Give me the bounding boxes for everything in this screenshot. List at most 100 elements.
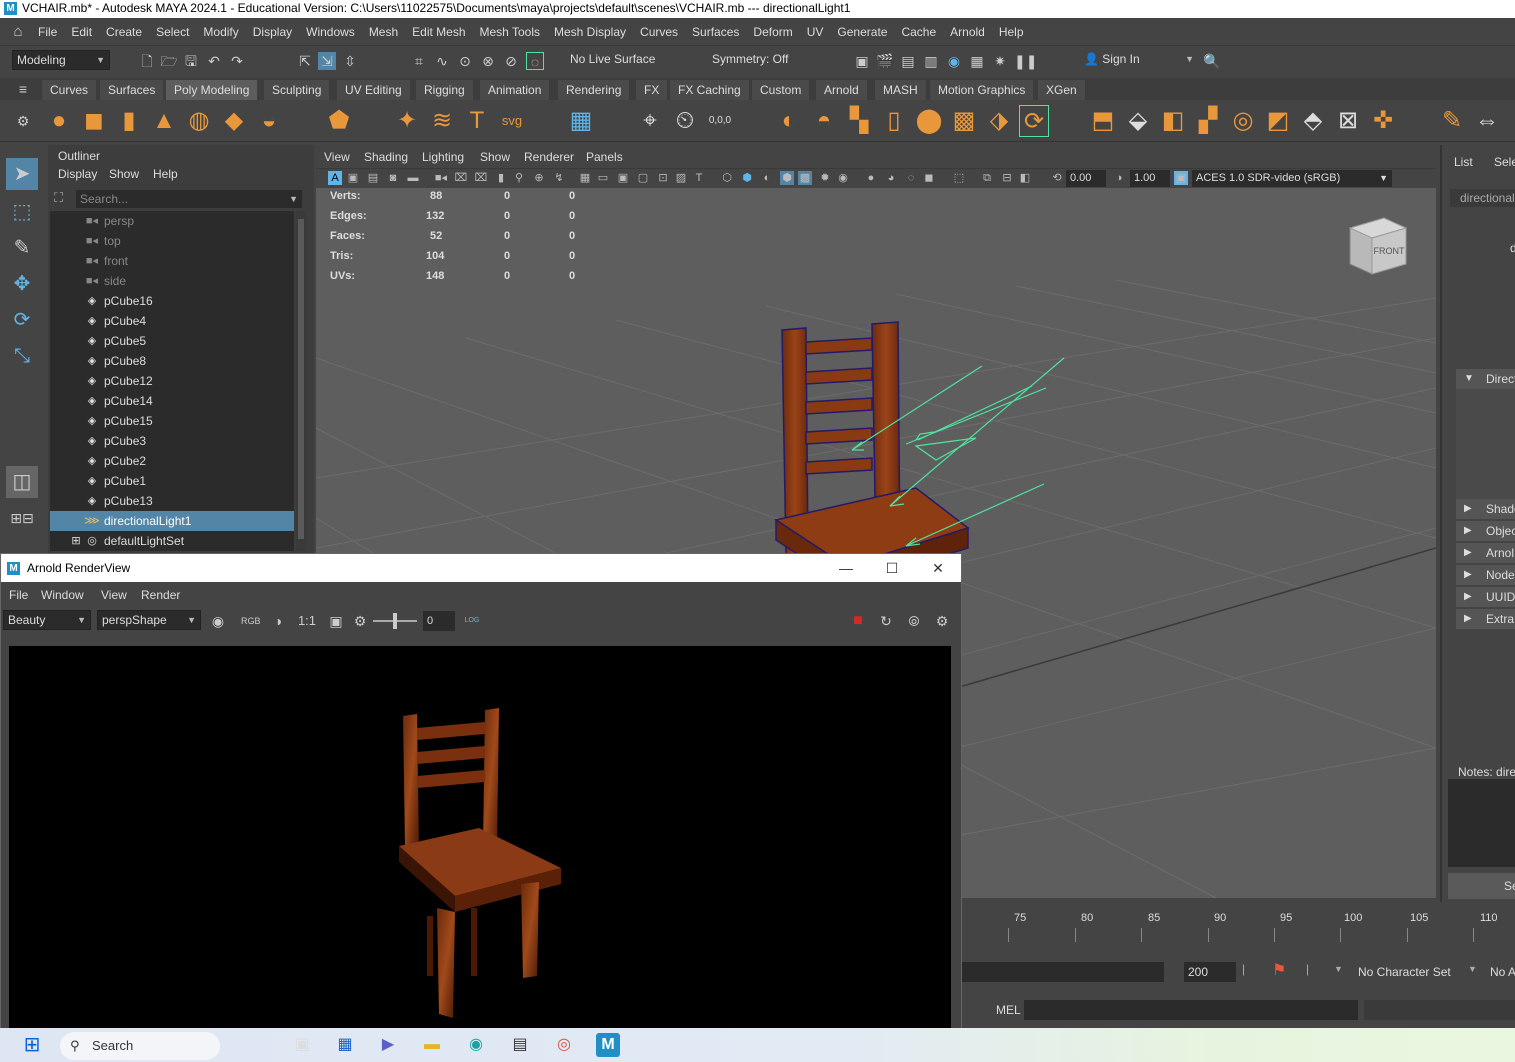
xray-icon[interactable]: ⧉ [980, 171, 994, 185]
shadows-icon[interactable]: ◉ [836, 171, 850, 185]
list-item[interactable]: ◈ pCube12 [50, 371, 294, 391]
poly-cube-icon[interactable]: ◼ [79, 105, 109, 137]
section-extra[interactable]: ▶ Extra [1456, 609, 1515, 629]
shelf-tab-fx[interactable]: FX [636, 80, 668, 100]
command-language-label[interactable]: MEL [996, 1003, 1021, 1017]
shelf-tab-mash[interactable]: MASH [875, 80, 926, 100]
notes-textarea[interactable] [1448, 779, 1515, 867]
snap-view-icon[interactable]: ⊗ [479, 52, 497, 70]
shelf-tab-uv-editing[interactable]: UV Editing [337, 80, 410, 100]
list-item[interactable]: ■◂ front [50, 251, 294, 271]
poly-cylinder-icon[interactable]: ▮ [114, 105, 144, 137]
bookmarks-icon[interactable]: ▤ [366, 171, 380, 185]
use-lights-icon[interactable]: ✹ [818, 171, 832, 185]
shelf-tab-rendering[interactable]: Rendering [558, 80, 630, 100]
search-help-icon[interactable]: 🔍 [1203, 52, 1221, 70]
grid-icon[interactable]: ▦ [578, 171, 592, 185]
home-icon[interactable]: ⌂ [8, 22, 28, 42]
shelf-tab-sculpting[interactable]: Sculpting [264, 80, 330, 100]
time-slider[interactable]: 75 80 85 90 95 100 105 110 [962, 902, 1515, 952]
maximize-icon[interactable]: ☐ [869, 554, 915, 582]
renderview-menu-view[interactable]: View [101, 588, 127, 602]
maya-taskbar-icon[interactable]: M [596, 1033, 620, 1057]
render-setup-icon[interactable]: ▦ [968, 52, 986, 70]
platonic-solid-icon[interactable]: ⬟ [324, 105, 354, 137]
color-management-icon[interactable]: ▣ [1174, 171, 1188, 185]
select-component-icon[interactable]: ⇳ [341, 52, 359, 70]
target-weld-icon[interactable]: ⬘ [1298, 105, 1328, 137]
settings-gear-icon[interactable]: ⚙ [933, 612, 951, 630]
mirror-icon[interactable]: ▩ [949, 105, 979, 137]
sculpt-brush-icon[interactable]: ✎ [1437, 105, 1467, 137]
single-view-icon[interactable]: ◫ [6, 466, 38, 498]
center-pivot-icon[interactable]: ⌖ [635, 105, 665, 137]
safe-action-icon[interactable]: ↯ [552, 171, 566, 185]
snap-grid-icon[interactable]: ⌗ [410, 52, 428, 70]
range-slider-bar[interactable] [962, 962, 1164, 982]
symmetry-dropdown[interactable]: Symmetry: Off [708, 50, 808, 70]
store-icon[interactable]: ▤ [508, 1033, 532, 1057]
menu-mesh-tools[interactable]: Mesh Tools [480, 25, 540, 39]
insert-loop-icon[interactable]: ◎ [1228, 105, 1258, 137]
undo-icon[interactable]: ↶ [205, 52, 223, 70]
region-icon[interactable]: ▣ [327, 612, 345, 630]
edge-browser-icon[interactable]: ◉ [464, 1033, 488, 1057]
snap-curve-icon[interactable]: ∿ [433, 52, 451, 70]
view-transform-icon[interactable]: ◑ [269, 612, 287, 630]
taskbar-search[interactable]: ⚲ Search [60, 1032, 220, 1060]
select-camera-icon[interactable]: A [328, 171, 342, 185]
end-frame-field[interactable]: 200 [1184, 962, 1236, 982]
render-image[interactable] [9, 646, 951, 1030]
rotate-tool-icon[interactable]: ⟳ [6, 304, 38, 336]
menu-deform[interactable]: Deform [753, 25, 792, 39]
type-tool-icon[interactable]: T [462, 105, 492, 137]
list-item[interactable]: ◈ pCube15 [50, 411, 294, 431]
section-directional[interactable]: ▼ Direct [1456, 369, 1515, 389]
renderview-title-bar[interactable]: M Arnold RenderView — ☐ ✕ [1, 554, 961, 582]
ipr-render-icon[interactable]: ▤ [899, 52, 917, 70]
viewport-menu-show[interactable]: Show [480, 150, 510, 164]
ambient-occlusion-icon[interactable]: ● [864, 171, 878, 185]
list-item[interactable]: ■◂ side [50, 271, 294, 291]
list-item[interactable]: ◈ pCube3 [50, 431, 294, 451]
image-plane-icon[interactable]: ◙ [386, 171, 400, 185]
exposure-icon[interactable]: ⟲ [1050, 171, 1064, 185]
new-scene-icon[interactable]: 🗋 [138, 52, 156, 70]
fill-hole-icon[interactable]: ▞ [1193, 105, 1223, 137]
gamma-field[interactable]: 1.00 [1130, 170, 1170, 187]
menu-edit[interactable]: Edit [71, 25, 92, 39]
pause-icon[interactable]: ❚❚ [1014, 52, 1037, 70]
auto-key-icon[interactable]: ⚑ [1272, 960, 1286, 980]
viewport-menu-shading[interactable]: Shading [364, 150, 408, 164]
list-item[interactable]: ◈ pCube13 [50, 491, 294, 511]
zoom-ratio[interactable]: 1:1 [295, 612, 319, 630]
outliner-menu-help[interactable]: Help [153, 167, 178, 181]
safe-action-toggle-icon[interactable]: ▨ [674, 171, 688, 185]
snap-surface-icon[interactable]: ⊘ [502, 52, 520, 70]
viewport-menu-lighting[interactable]: Lighting [422, 150, 464, 164]
snap-live-icon[interactable]: ◌ [526, 52, 544, 70]
smooth-shade-icon[interactable]: ⬢ [740, 171, 754, 185]
section-node[interactable]: ▶ Node [1456, 565, 1515, 585]
filter-icon[interactable]: ⛶ [54, 190, 63, 206]
task-view-icon[interactable]: ▣ [290, 1033, 314, 1057]
anim-layer-dropdown[interactable]: No A [1486, 962, 1515, 982]
renderview-menu-render[interactable]: Render [141, 588, 180, 602]
gate-icon[interactable]: ⌧ [454, 171, 468, 185]
anti-aliasing-icon[interactable]: ◌ [904, 171, 918, 185]
xray-components-icon[interactable]: ◧ [1018, 171, 1032, 185]
smooth-icon[interactable]: ▯ [879, 105, 909, 137]
move-tool-icon[interactable]: ✥ [6, 268, 38, 300]
film-gate-toggle-icon[interactable]: ▭ [596, 171, 610, 185]
isolate-select-icon[interactable]: ⬚ [952, 171, 966, 185]
node-name-field[interactable]: directional [1450, 189, 1515, 207]
outliner-menu-show[interactable]: Show [109, 167, 139, 181]
list-item[interactable]: ◈ pCube8 [50, 351, 294, 371]
section-uuid[interactable]: ▶ UUID [1456, 587, 1515, 607]
shelf-tab-xgen[interactable]: XGen [1038, 80, 1085, 100]
menu-edit-mesh[interactable]: Edit Mesh [412, 25, 465, 39]
shelf-tab-fx-caching[interactable]: FX Caching [670, 80, 749, 100]
menu-file[interactable]: File [38, 25, 57, 39]
offset-loop-icon[interactable]: ◩ [1263, 105, 1293, 137]
camera-attributes-icon[interactable]: ▣ [346, 171, 360, 185]
